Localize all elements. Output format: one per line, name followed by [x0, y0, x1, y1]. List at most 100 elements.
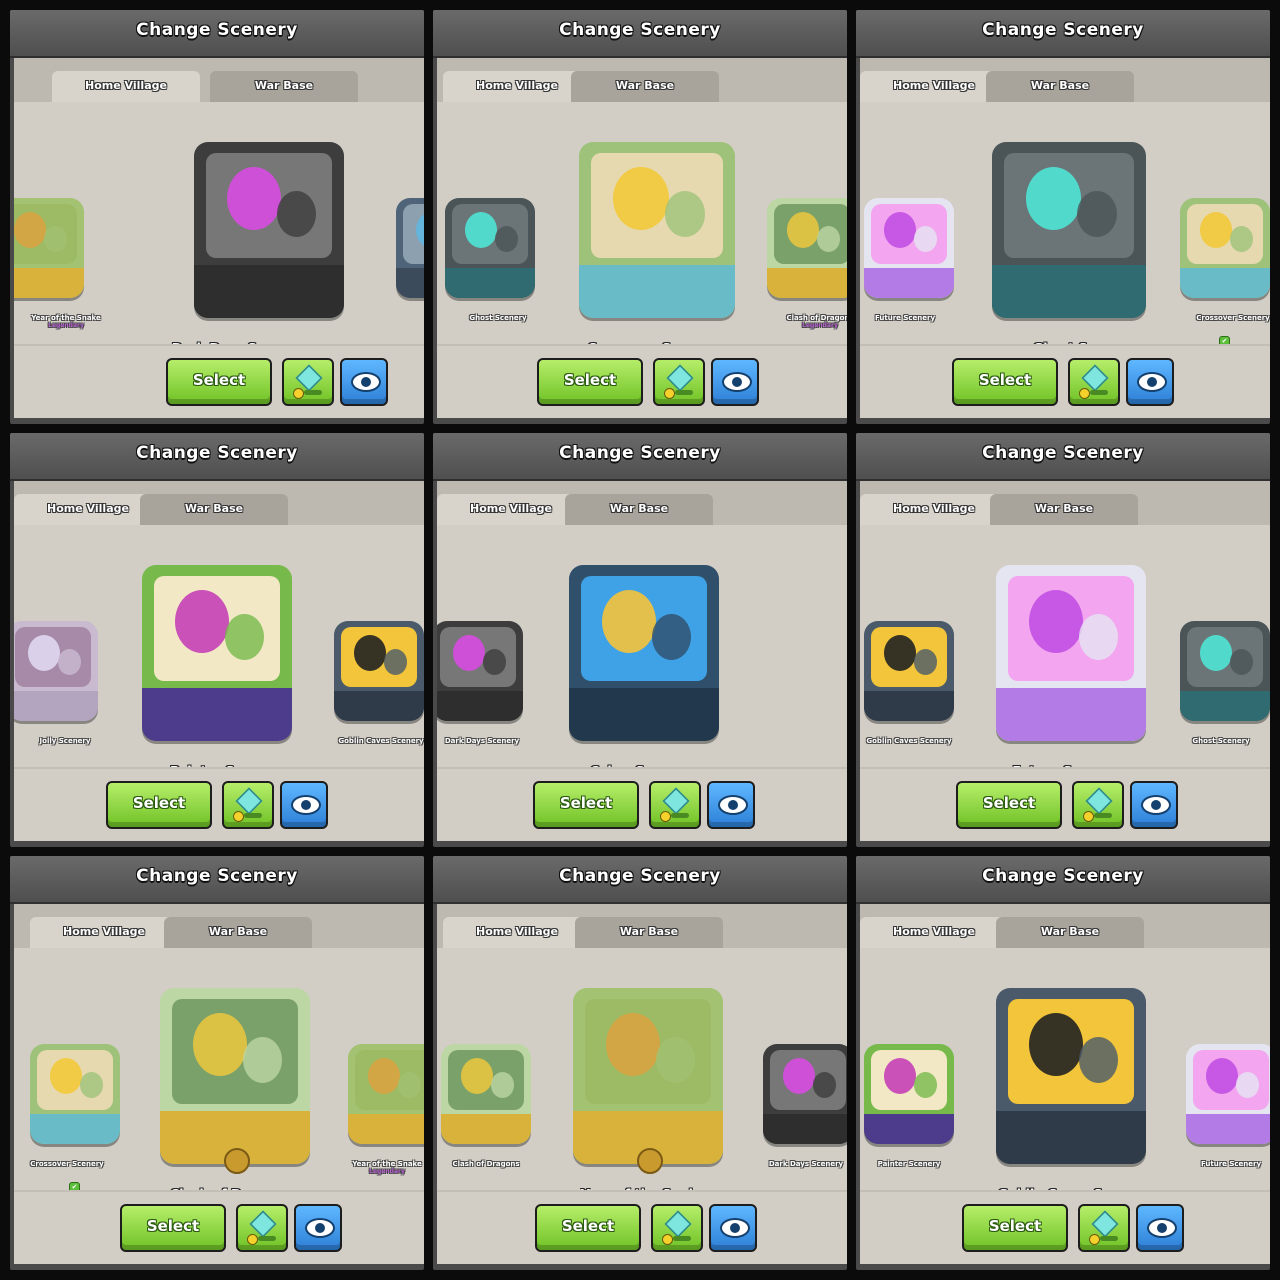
tab-war-base[interactable]: War Base — [565, 494, 713, 525]
scenery-thumbnail[interactable] — [334, 621, 424, 721]
select-button[interactable]: Select — [120, 1204, 226, 1252]
scenery-base — [996, 1111, 1146, 1164]
panel-title: Change Scenery — [559, 20, 721, 40]
scenery-carousel[interactable]: Goblin Caves SceneryFuture SceneryGhost … — [860, 525, 1270, 767]
scenery-thumbnail[interactable] — [864, 621, 954, 721]
scenery-carousel[interactable]: Dark Days SceneryCyber Scenery — [437, 525, 847, 767]
scenery-preview[interactable] — [996, 565, 1146, 741]
select-button[interactable]: Select — [952, 358, 1058, 406]
preview-button[interactable] — [294, 1204, 342, 1252]
tab-war-base[interactable]: War Base — [571, 71, 719, 102]
scenery-base — [14, 268, 84, 298]
tab-war-base[interactable]: War Base — [986, 71, 1134, 102]
scenery-carousel[interactable]: Crossover SceneryClash of DragonsLegenda… — [14, 948, 424, 1190]
scenery-carousel[interactable]: Year of the SnakeLegendaryDark Days Scen… — [14, 102, 424, 344]
tab-home-village[interactable]: Home Village — [437, 494, 585, 525]
scenery-thumbnail[interactable] — [864, 198, 954, 298]
gem-buy-button[interactable] — [236, 1204, 288, 1252]
gem-buy-button[interactable] — [651, 1204, 703, 1252]
scenery-base — [348, 1114, 424, 1144]
select-button[interactable]: Select — [956, 781, 1062, 829]
select-button[interactable]: Select — [533, 781, 639, 829]
scenery-thumbnail[interactable] — [445, 198, 535, 298]
select-button[interactable]: Select — [962, 1204, 1068, 1252]
eye-pupil — [728, 800, 738, 810]
scenery-thumbnail[interactable] — [1180, 198, 1270, 298]
select-button[interactable]: Select — [537, 358, 643, 406]
toggle-track-icon — [673, 1236, 691, 1241]
panel-body: Home Village War Base Year of the Snake Leg… — [14, 58, 424, 418]
panel-title: Change Scenery — [982, 443, 1144, 463]
gem-buy-button[interactable] — [282, 358, 334, 406]
preview-button[interactable] — [711, 358, 759, 406]
tab-home-village[interactable]: Home Village — [443, 71, 591, 102]
eye-icon — [720, 1218, 750, 1238]
select-button[interactable]: Select — [166, 358, 272, 406]
scenery-thumbnail-name-text: Crossover Scenery — [30, 1160, 104, 1168]
scenery-carousel[interactable]: Clash of DragonsYear of the SnakeLegenda… — [437, 948, 847, 1190]
gem-buy-button[interactable] — [1078, 1204, 1130, 1252]
eye-icon — [291, 795, 321, 815]
scenery-detail — [883, 635, 917, 671]
gem-buy-button[interactable] — [649, 781, 701, 829]
selected-check-icon: ✔ — [1219, 336, 1230, 344]
scenery-preview[interactable] — [569, 565, 719, 741]
scenery-thumbnail[interactable] — [763, 1044, 847, 1144]
preview-button[interactable] — [340, 358, 388, 406]
preview-button[interactable] — [1136, 1204, 1184, 1252]
scenery-detail — [276, 191, 316, 238]
tab-home-village[interactable]: Home Village — [30, 917, 178, 948]
scenery-thumbnail[interactable] — [396, 198, 424, 298]
scenery-preview[interactable] — [194, 142, 344, 318]
tab-war-base[interactable]: War Base — [990, 494, 1138, 525]
toggle-dot-icon — [247, 1234, 258, 1245]
tab-home-village[interactable]: Home Village — [443, 917, 591, 948]
scenery-carousel[interactable]: Ghost SceneryCrossover SceneryClash of D… — [437, 102, 847, 344]
scenery-thumbnail[interactable] — [767, 198, 847, 298]
scenery-thumbnail[interactable] — [864, 1044, 954, 1144]
rarity-label: Legendary — [369, 1168, 405, 1175]
tab-war-base[interactable]: War Base — [575, 917, 723, 948]
scenery-carousel[interactable]: Painter SceneryGoblin Caves SceneryFutur… — [860, 948, 1270, 1190]
scenery-thumbnail[interactable] — [437, 621, 523, 721]
scenery-preview[interactable] — [996, 988, 1146, 1164]
scenery-preview[interactable] — [160, 988, 310, 1174]
scenery-preview[interactable] — [573, 988, 723, 1174]
scenery-thumbnail[interactable] — [14, 621, 98, 721]
change-scenery-panel: Change Scenery Home Village War Base Dark D… — [433, 433, 847, 847]
scenery-carousel[interactable]: Future SceneryGhost SceneryCrossover Sce… — [860, 102, 1270, 344]
gem-buy-button[interactable] — [222, 781, 274, 829]
scenery-thumbnail[interactable] — [14, 198, 84, 298]
scenery-thumbnail[interactable] — [1180, 621, 1270, 721]
scenery-thumbnail[interactable] — [441, 1044, 531, 1144]
preview-button[interactable] — [1130, 781, 1178, 829]
select-button[interactable]: Select — [106, 781, 212, 829]
gem-buy-button[interactable] — [1072, 781, 1124, 829]
scenery-thumbnail[interactable] — [1186, 1044, 1270, 1144]
panel-body: Home VillageWar BaseJolly SceneryPainter… — [14, 481, 424, 841]
tab-home-village[interactable]: Home Village — [860, 917, 1008, 948]
gem-buy-button[interactable] — [1068, 358, 1120, 406]
tab-war-base[interactable]: War Base — [164, 917, 312, 948]
scenery-carousel[interactable]: Jolly SceneryPainter SceneryGoblin Caves… — [14, 525, 424, 767]
scenery-preview[interactable] — [992, 142, 1146, 318]
scenery-preview[interactable] — [579, 142, 735, 318]
preview-button[interactable] — [709, 1204, 757, 1252]
preview-button[interactable] — [280, 781, 328, 829]
tab-war-base[interactable]: War Base — [210, 71, 358, 102]
gem-buy-button[interactable] — [653, 358, 705, 406]
tab-home-village[interactable]: Home Village — [860, 494, 1008, 525]
scenery-preview[interactable] — [142, 565, 292, 741]
scenery-thumbnail[interactable] — [348, 1044, 424, 1144]
scenery-base — [445, 268, 535, 298]
tab-home-village[interactable]: Home Village — [52, 71, 200, 102]
eye-pupil — [315, 1223, 325, 1233]
tab-war-base[interactable]: War Base — [996, 917, 1144, 948]
preview-button[interactable] — [1126, 358, 1174, 406]
scenery-thumbnail[interactable] — [30, 1044, 120, 1144]
tab-war-base[interactable]: War Base — [140, 494, 288, 525]
scenery-detail — [606, 1012, 660, 1076]
scenery-detail — [1078, 614, 1118, 661]
select-button[interactable]: Select — [535, 1204, 641, 1252]
preview-button[interactable] — [707, 781, 755, 829]
